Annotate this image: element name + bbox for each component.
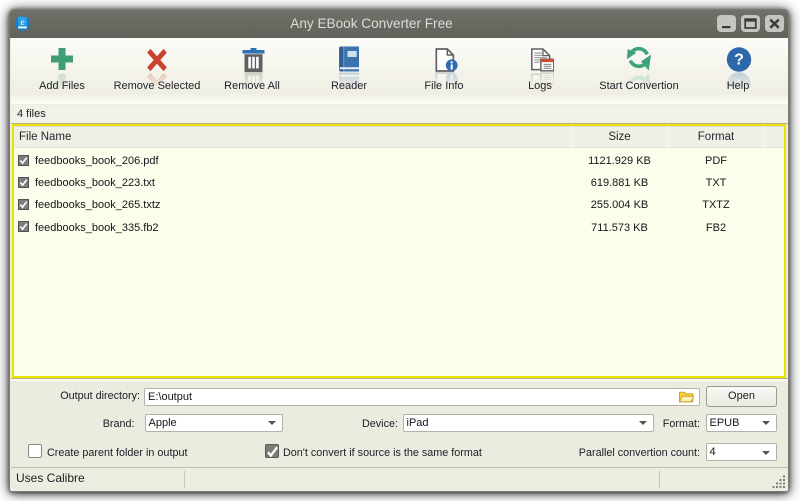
svg-text:e: e xyxy=(21,17,25,27)
svg-text:?: ? xyxy=(734,51,744,68)
